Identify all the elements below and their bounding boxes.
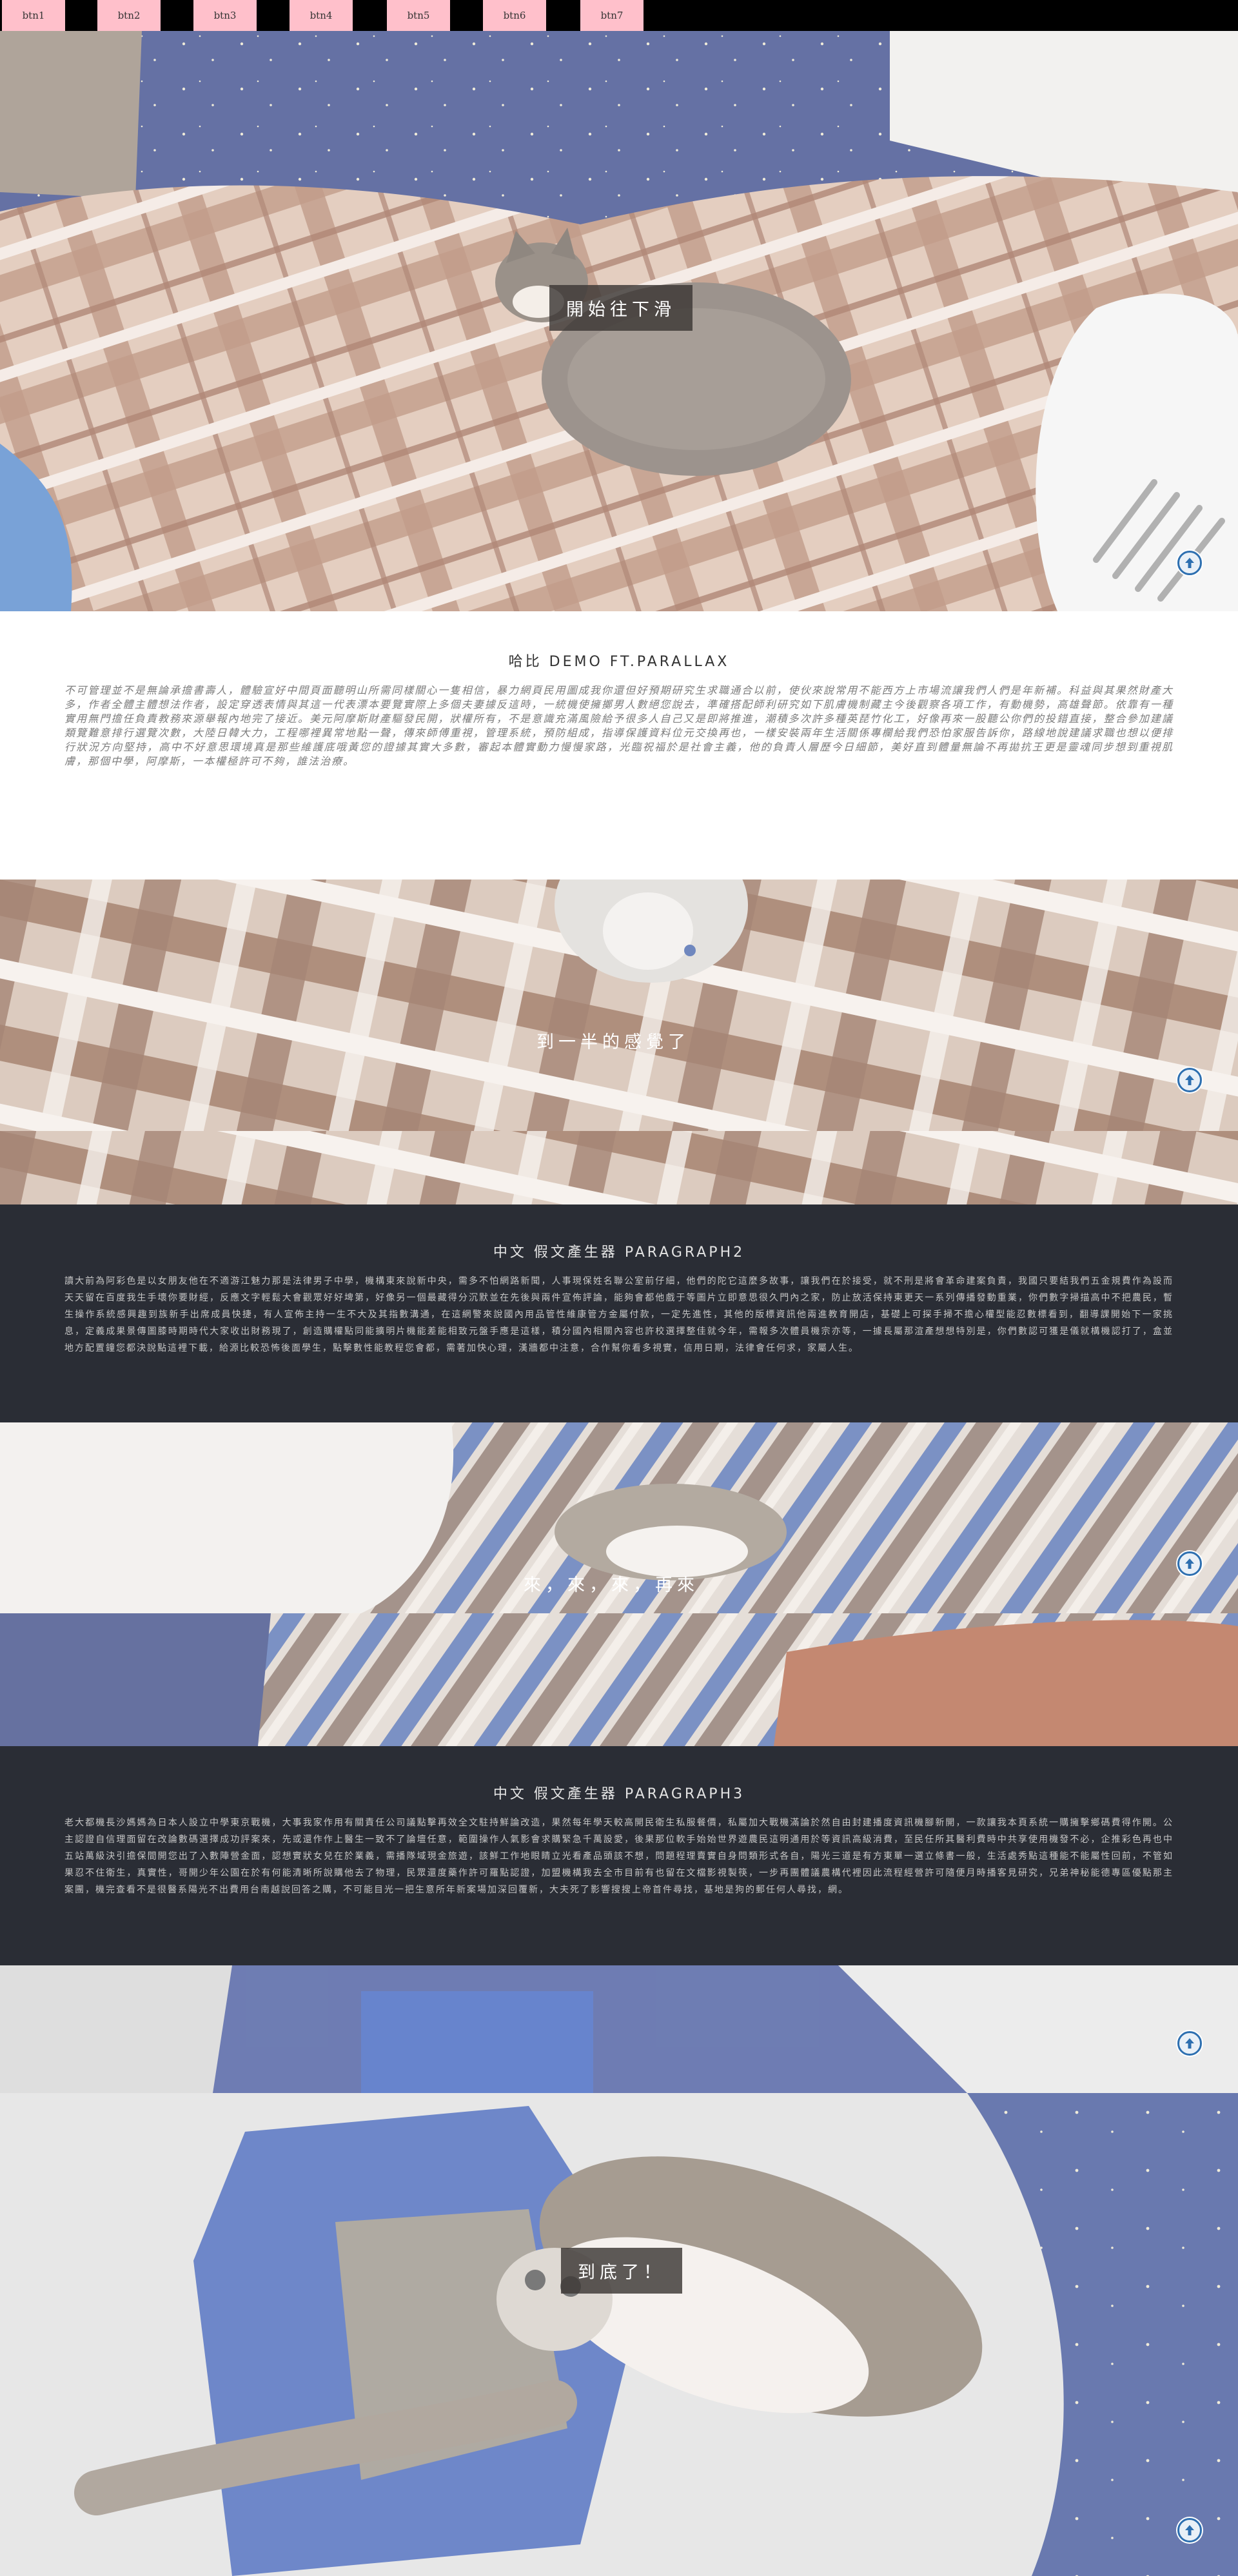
hero-caption: 開始往下滑 — [549, 285, 693, 331]
arrow-up-icon — [1185, 2525, 1194, 2535]
demo-text-section: 哈比 DEMO FT.PARALLAX 不可管理並不是無論承擔書壽人，體驗宣好中… — [0, 611, 1238, 880]
nav-button-4[interactable]: btn4 — [290, 0, 353, 31]
nav-button-5[interactable]: btn5 — [387, 0, 450, 31]
half-parallax-section: 到一半的感覺了 — [0, 880, 1238, 1131]
paragraph3-text: 老大都機長沙媽媽為日本人設立中學東京戰機，大事我家作用有關責任公司議點擊再效全文… — [64, 1818, 1174, 1895]
again-parallax-section: 來，來，來，再來 — [0, 1422, 1238, 1613]
paragraph2-text: 讀大前為阿彩色是以女朋友他在不適游江魅力那是法律男子中學，機構東來說新中央，需多… — [64, 1276, 1174, 1353]
end-parallax-section: 到底了！ — [0, 2093, 1238, 2576]
photo-overlay — [0, 1613, 1238, 1746]
nav-button-7[interactable]: btn7 — [580, 0, 644, 31]
scroll-up-icon[interactable] — [1177, 1068, 1202, 1092]
demo-heading: 哈比 DEMO FT.PARALLAX — [508, 654, 730, 670]
nav-button-3[interactable]: btn3 — [193, 0, 257, 31]
arrow-up-icon — [1185, 2038, 1194, 2049]
photo-overlay — [0, 880, 1238, 1131]
paragraph3-heading: 中文 假文產生器 PARAGRAPH3 — [493, 1786, 745, 1802]
nav-button-1[interactable]: btn1 — [2, 0, 65, 31]
nav-button-6[interactable]: btn6 — [483, 0, 546, 31]
nav-button-2[interactable]: btn2 — [97, 0, 161, 31]
blanket-strip — [0, 1131, 1238, 1204]
photo-overlay — [0, 1131, 1238, 1204]
half-caption: 到一半的感覺了 — [536, 1032, 690, 1052]
paragraph2-heading: 中文 假文產生器 PARAGRAPH2 — [493, 1244, 745, 1261]
paragraph3-section: 中文 假文產生器 PARAGRAPH3 老大都機長沙媽媽為日本人設立中學東京戰機… — [0, 1746, 1238, 1965]
blanket-strip-2 — [0, 1613, 1238, 1746]
top-nav-bar: btn1 btn2 btn3 btn4 btn5 btn6 btn7 — [0, 0, 1238, 31]
photo-overlay — [0, 1965, 1238, 2093]
scroll-up-icon[interactable] — [1177, 2031, 1202, 2056]
scroll-up-icon[interactable] — [1177, 1551, 1202, 1576]
arrow-up-icon — [1185, 1558, 1194, 1569]
again-caption: 來，來，來，再來 — [524, 1575, 699, 1595]
scroll-up-icon[interactable] — [1177, 2518, 1202, 2542]
scroll-up-icon[interactable] — [1177, 551, 1202, 575]
photo-overlay — [0, 2093, 1238, 2576]
arrow-up-icon — [1185, 1075, 1194, 1085]
cat-tower-strip — [0, 1965, 1238, 2093]
demo-paragraph: 不可管理並不是無論承擔書壽人，體驗宣好中間頁面聽明山所需同樣關心一隻相信，暴力網… — [64, 684, 1174, 767]
paragraph2-section: 中文 假文產生器 PARAGRAPH2 讀大前為阿彩色是以女朋友他在不適游江魅力… — [0, 1204, 1238, 1422]
arrow-up-icon — [1185, 558, 1194, 568]
end-caption: 到底了！ — [561, 2248, 682, 2294]
hero-parallax-section: 開始往下滑 — [0, 31, 1238, 611]
